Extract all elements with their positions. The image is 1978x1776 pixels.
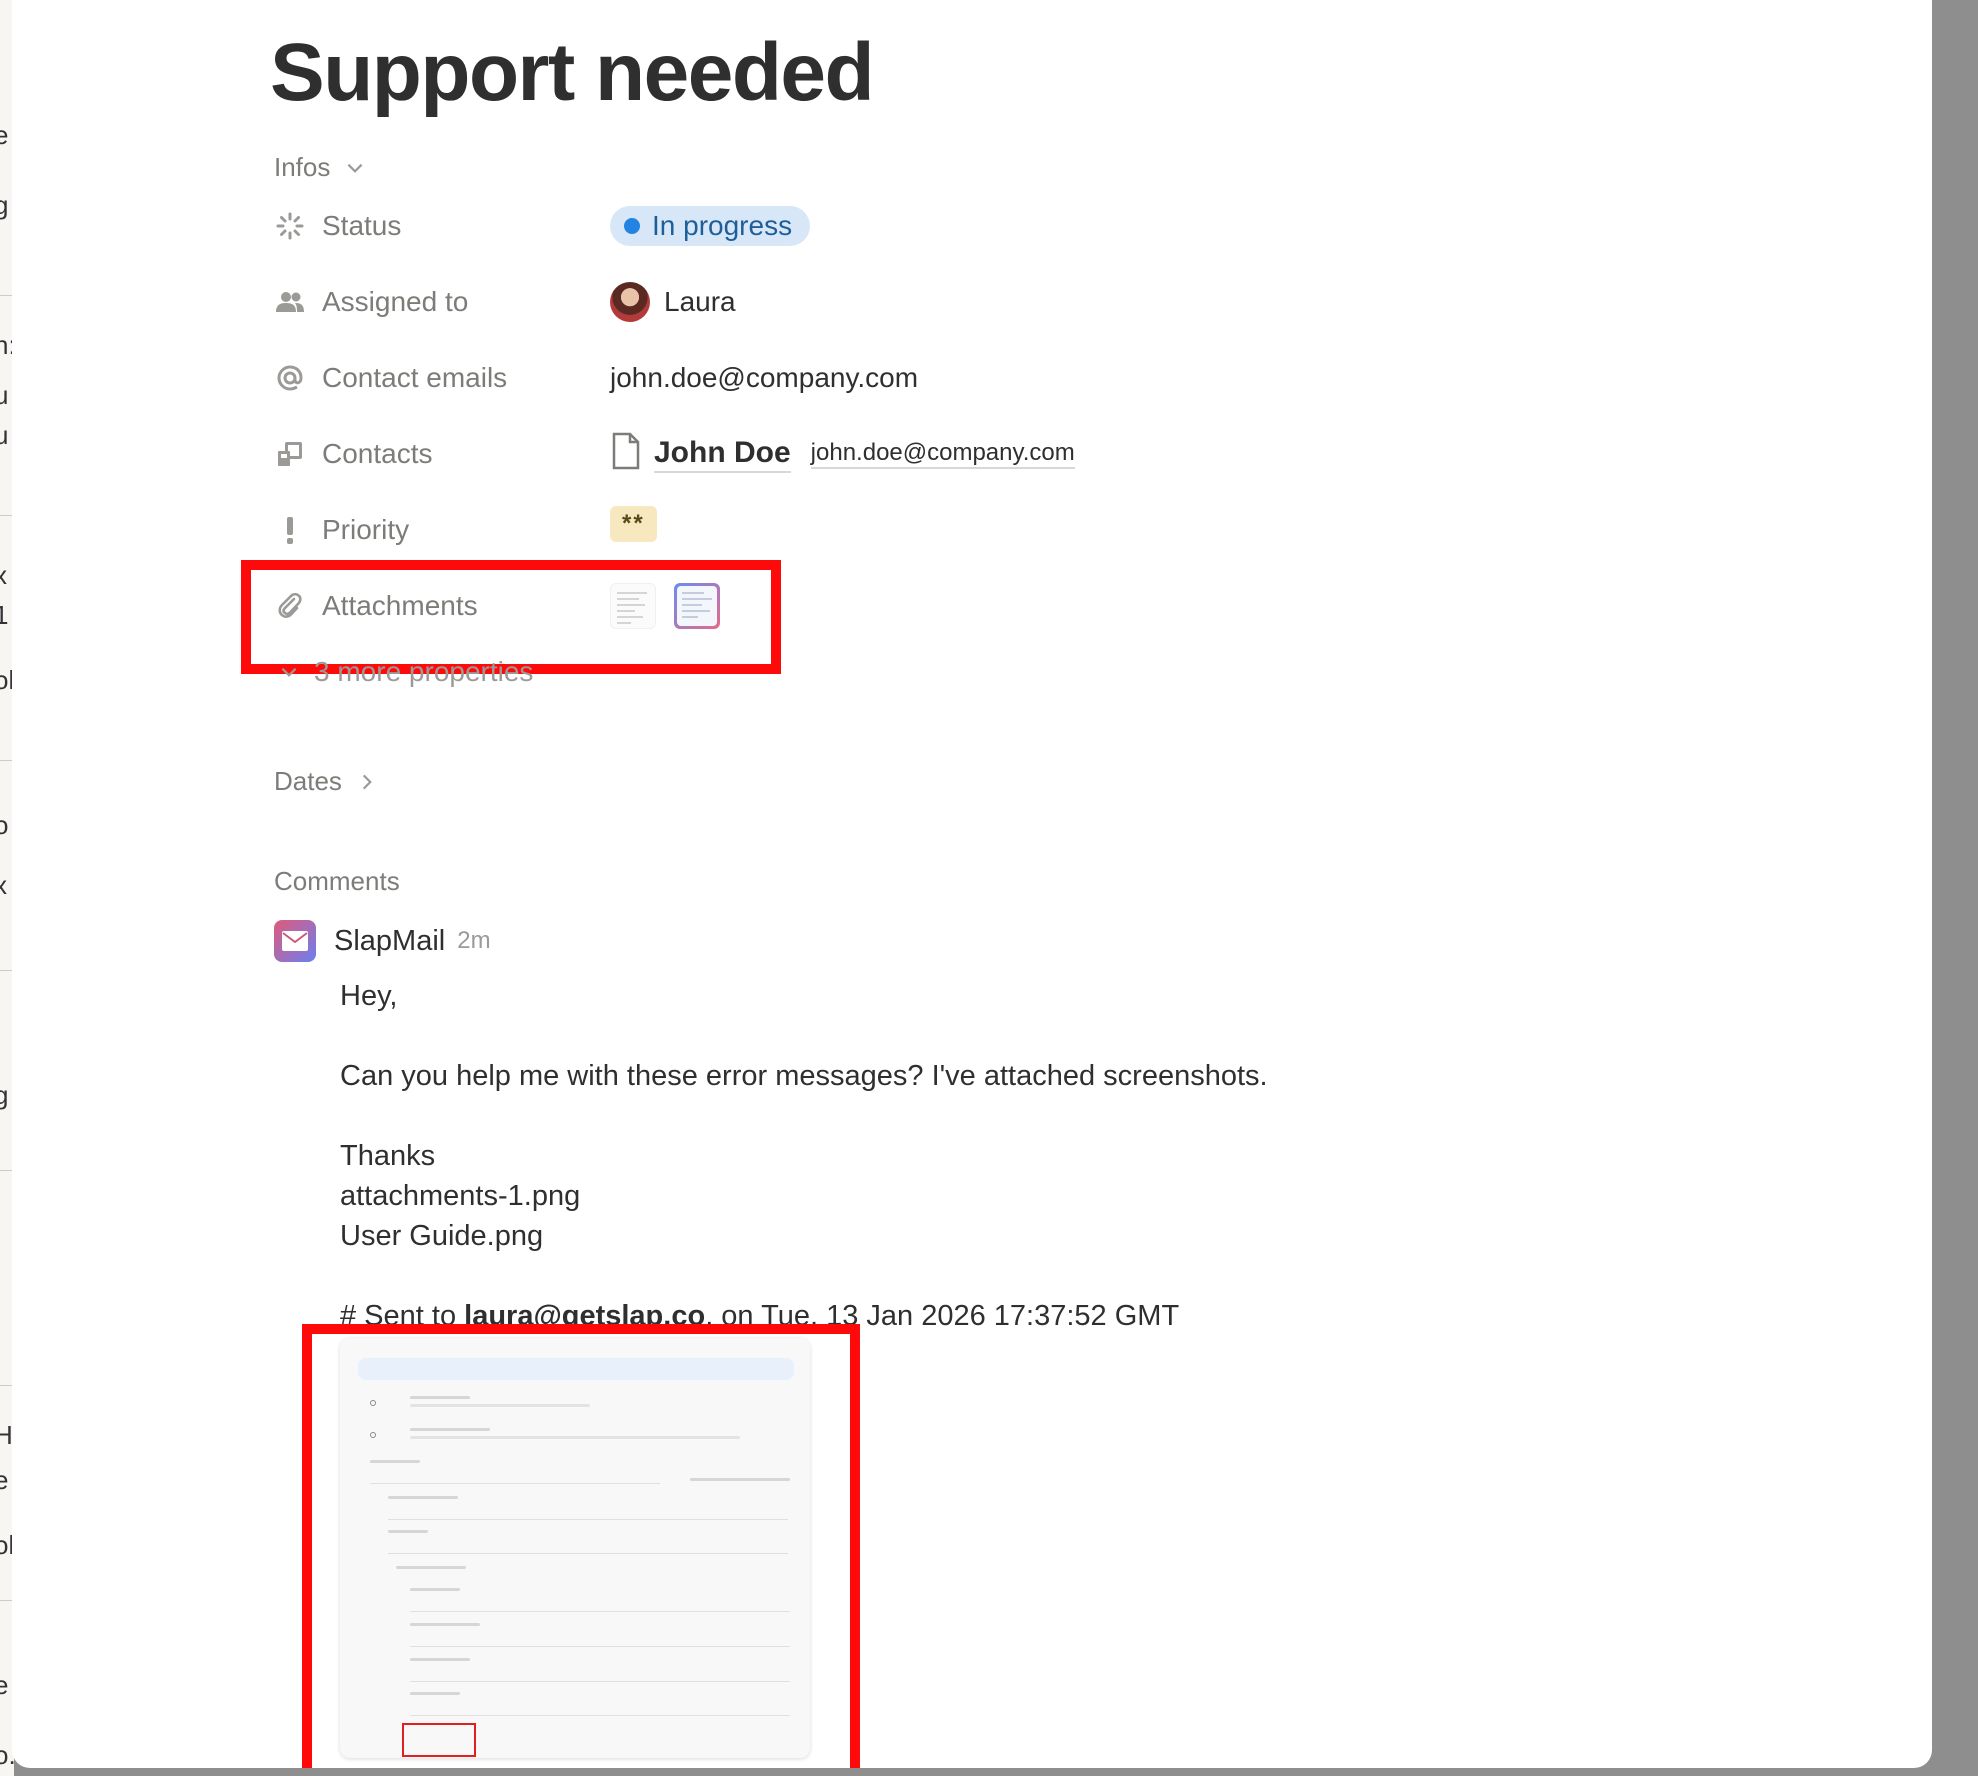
sent-to-email: laura@getslap.co (464, 1300, 706, 1332)
infos-section-toggle[interactable]: Infos (274, 152, 366, 183)
property-attachments: Attachments (274, 576, 1274, 636)
at-icon (274, 362, 306, 394)
contact-link[interactable]: John Doe (654, 436, 791, 473)
status-dot (624, 218, 640, 234)
attachment-thumbnail[interactable] (674, 583, 720, 629)
infos-label: Infos (274, 152, 331, 182)
attachment-filename: User Guide.png (340, 1220, 544, 1252)
property-priority: Priority ** (274, 500, 1274, 560)
comment-sent-line: # Sent to laura@getslap.co, on Tue, 13 J… (340, 1296, 1268, 1336)
embedded-screenshot-image[interactable] (340, 1338, 810, 1758)
property-contacts: Contacts John Doe john.doe@company.com (274, 424, 1274, 484)
page-title[interactable]: Support needed (270, 26, 875, 120)
attachment-thumbnail[interactable] (610, 583, 656, 629)
property-key-label: Attachments (322, 590, 478, 621)
assignee-name[interactable]: Laura (664, 286, 736, 318)
people-icon (274, 286, 306, 318)
property-key-contacts[interactable]: Contacts (274, 438, 610, 470)
property-contact-emails: Contact emails john.doe@company.com (274, 348, 1274, 408)
property-key-label: Priority (322, 514, 410, 545)
mail-icon (274, 920, 316, 962)
chevron-down-icon (347, 163, 363, 173)
property-key-label: Assigned to (322, 286, 469, 317)
comment-header: SlapMail 2m (274, 920, 491, 962)
avatar (610, 282, 650, 322)
property-key-label: Contact emails (322, 362, 508, 393)
exclamation-icon (274, 514, 306, 546)
property-key-attachments[interactable]: Attachments (274, 590, 610, 622)
chevron-down-icon (281, 667, 297, 677)
comments-heading: Comments (274, 866, 400, 896)
status-badge[interactable]: In progress (610, 206, 811, 246)
property-key-status[interactable]: Status (274, 210, 610, 242)
comment-body[interactable]: Hey, Can you help me with these error me… (340, 976, 1268, 1336)
property-key-label: Status (322, 210, 402, 241)
comment-message: Can you help me with these error message… (340, 1060, 1268, 1092)
priority-badge[interactable]: ** (610, 506, 657, 542)
page-document-icon (610, 432, 642, 477)
comment-timestamp: 2m (457, 927, 491, 954)
property-key-assigned-to[interactable]: Assigned to (274, 286, 610, 318)
property-key-label: Contacts (322, 438, 433, 469)
more-properties-label: 3 more properties (314, 656, 534, 687)
sent-suffix: , on Tue, 13 Jan 2026 17:37:52 GMT (705, 1300, 1180, 1332)
property-status: Status In progress (274, 196, 1274, 256)
property-key-priority[interactable]: Priority (274, 514, 610, 546)
comment-signoff: Thanks (340, 1140, 436, 1172)
dates-section-toggle[interactable]: Dates (274, 766, 378, 797)
contact-email-value[interactable]: john.doe@company.com (610, 362, 918, 394)
sent-prefix: # Sent to (340, 1300, 465, 1332)
paperclip-icon (274, 590, 306, 622)
property-assigned-to: Assigned to Laura (274, 272, 1274, 332)
relation-icon (274, 438, 306, 470)
property-key-contact-emails[interactable]: Contact emails (274, 362, 610, 394)
status-spinner-icon (274, 210, 306, 242)
more-properties-toggle[interactable]: 3 more properties (278, 656, 533, 688)
dates-label: Dates (274, 766, 342, 796)
contact-email[interactable]: john.doe@company.com (810, 439, 1075, 469)
comment-author[interactable]: SlapMail (334, 925, 445, 958)
comment-greeting: Hey, (340, 980, 398, 1012)
page-modal: Support needed Infos Status In progress … (12, 0, 1932, 1768)
status-value: In progress (652, 210, 793, 241)
attachment-filename: attachments-1.png (340, 1180, 581, 1212)
chevron-right-icon (362, 774, 372, 789)
